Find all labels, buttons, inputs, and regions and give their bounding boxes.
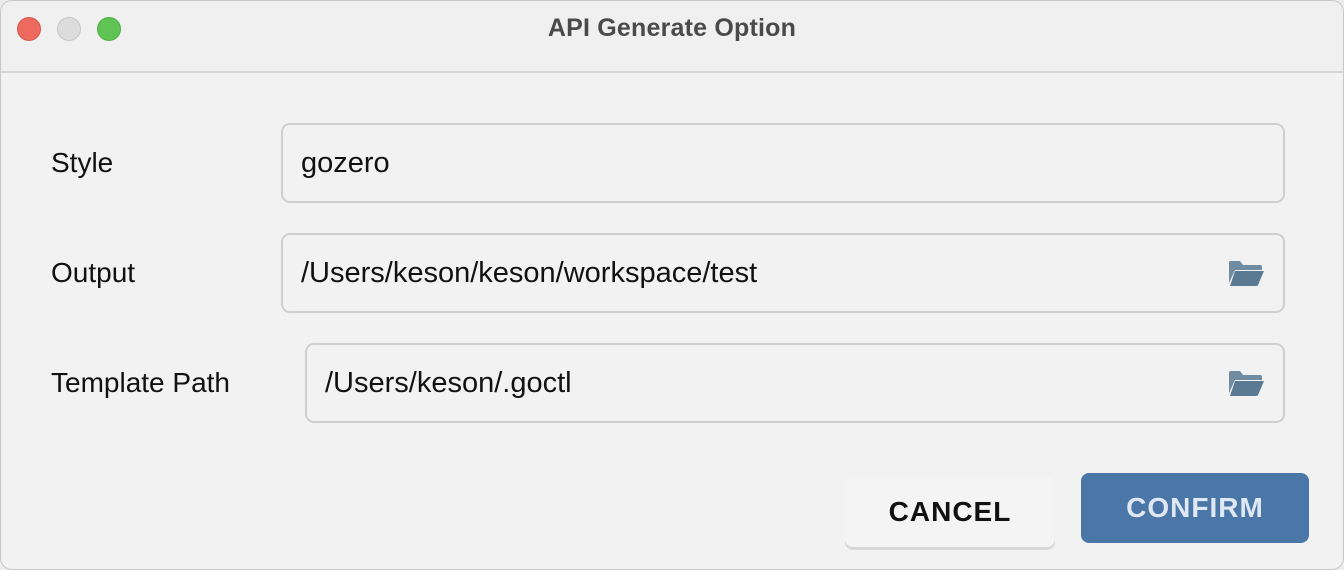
window-title: API Generate Option [547, 14, 797, 42]
folder-icon[interactable] [1227, 368, 1265, 398]
template-path-input-value: /Users/keson/.goctl [325, 367, 572, 399]
output-label: Output [51, 257, 136, 288]
output-input-value: /Users/keson/keson/workspace/test [301, 257, 758, 289]
output-input[interactable]: /Users/keson/keson/workspace/test [281, 233, 1285, 313]
style-input-value: gozero [301, 147, 390, 179]
dialog-window: API Generate Option Style gozero Output … [0, 0, 1344, 570]
style-input[interactable]: gozero [281, 123, 1285, 203]
title-bar: API Generate Option [1, 1, 1343, 73]
folder-icon[interactable] [1227, 258, 1265, 288]
template-path-input[interactable]: /Users/keson/.goctl [305, 343, 1285, 423]
style-label: Style [51, 147, 114, 178]
confirm-button[interactable]: CONFIRM [1081, 473, 1309, 543]
cancel-button[interactable]: CANCEL [845, 477, 1055, 547]
template-path-label: Template Path [51, 367, 230, 398]
